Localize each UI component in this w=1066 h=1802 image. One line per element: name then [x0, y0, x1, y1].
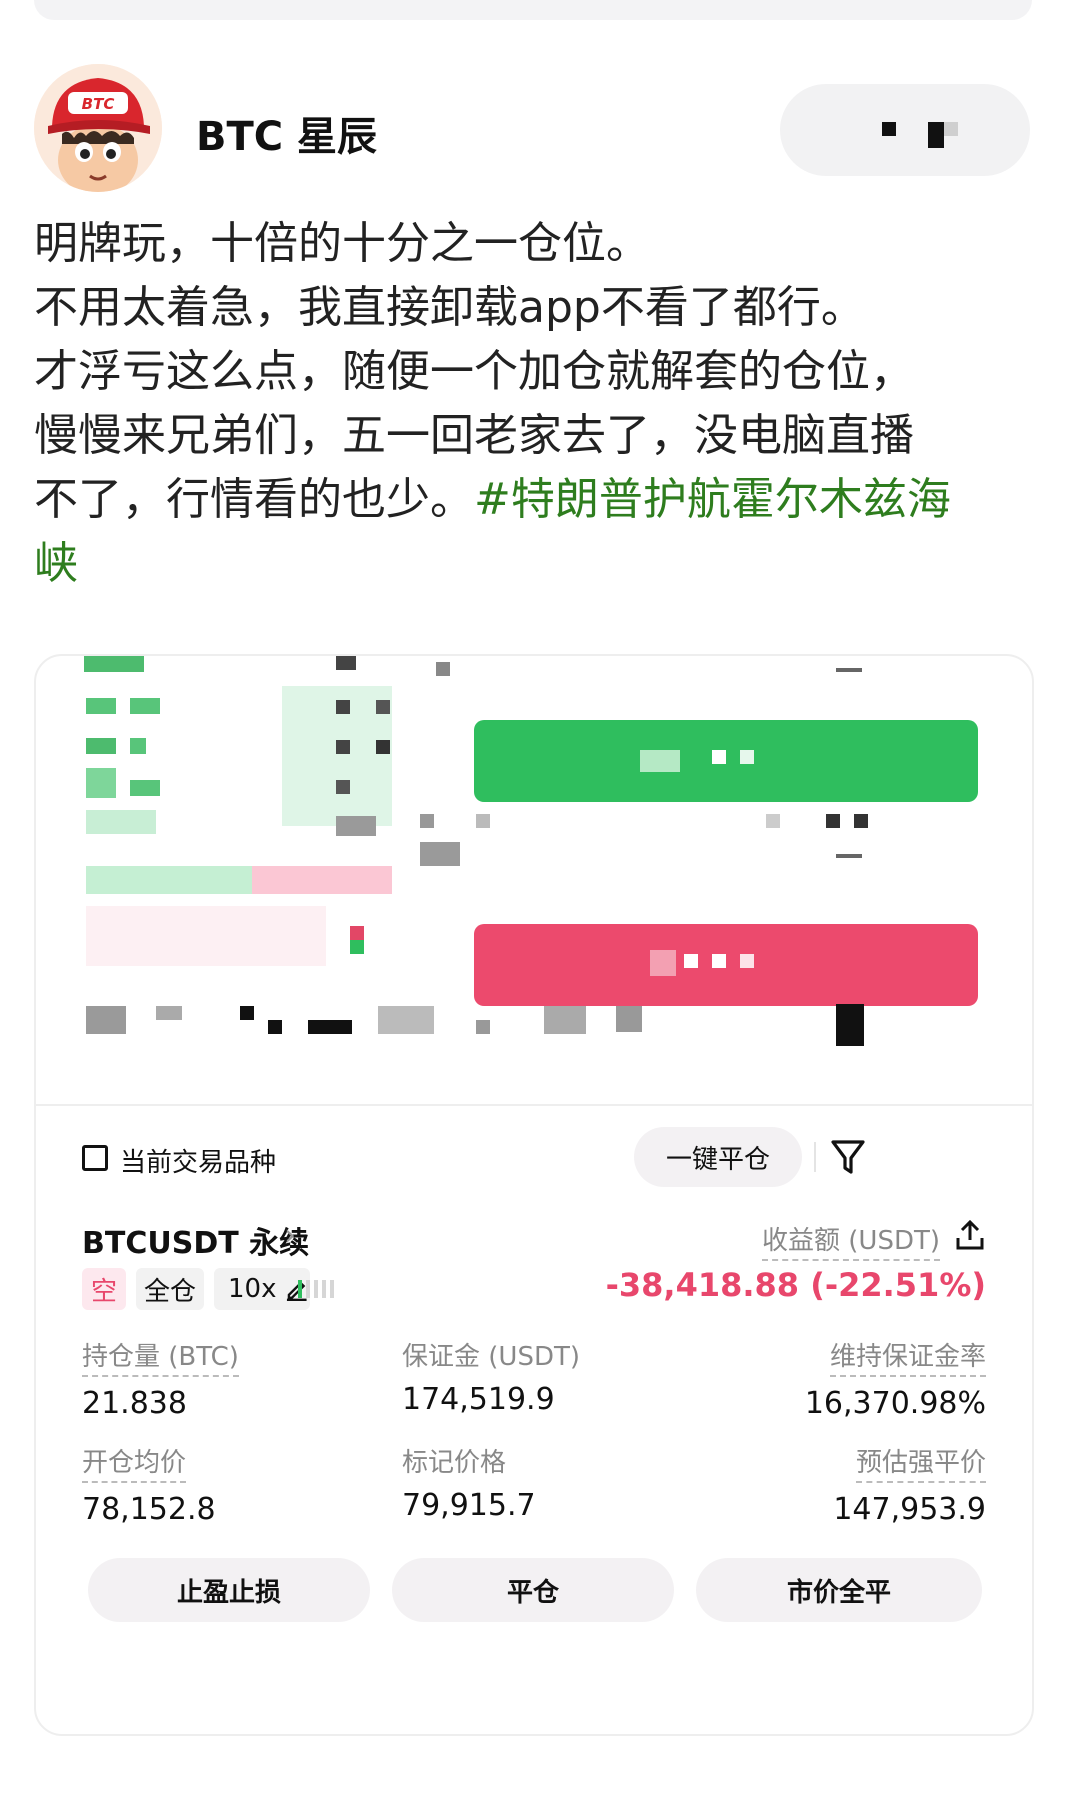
- chevron-right-icon[interactable]: ›: [284, 1218, 296, 1253]
- position-size-value: 21.838: [82, 1386, 187, 1421]
- trade-screenshot-card: 当前交易品种 一键平仓 BTCUSDT 永续 › 空 全仓 10x 收益额 (U…: [34, 654, 1034, 1736]
- maint-margin-ratio-value: 16,370.98%: [804, 1386, 986, 1421]
- pixelated-order-book: [36, 656, 1032, 1106]
- liquidation-price-label: 预估强平价: [855, 1442, 986, 1483]
- author-avatar[interactable]: BTC: [34, 64, 162, 192]
- position-size-label: 持仓量 (BTC): [82, 1336, 239, 1377]
- maint-margin-ratio-label: 维持保证金率: [829, 1336, 986, 1377]
- leverage-risk-bars: [298, 1280, 338, 1302]
- position-control-row: 当前交易品种 一键平仓: [36, 1118, 1032, 1198]
- position-symbol[interactable]: BTCUSDT 永续: [82, 1218, 309, 1262]
- svg-text:BTC: BTC: [82, 95, 115, 113]
- leverage-value: 10x: [228, 1274, 277, 1304]
- open-long-button[interactable]: [474, 720, 978, 802]
- market-close-all-button[interactable]: 市价全平: [696, 1558, 982, 1622]
- mark-price-value: 79,915.7: [402, 1488, 536, 1523]
- cartoon-avatar-icon: BTC: [34, 64, 162, 192]
- mark-price-label: 标记价格: [402, 1448, 507, 1478]
- pnl-value: -38,418.88 (-22.51%): [605, 1266, 986, 1304]
- post-line: 明牌玩，十倍的十分之一仓位。: [34, 218, 650, 269]
- margin-label: 保证金 (USDT): [402, 1342, 580, 1372]
- post-line: 不用太着急，我直接卸载app不看了都行。: [34, 282, 865, 333]
- hashtag-link-continued[interactable]: 峡: [34, 538, 78, 589]
- post-body: 明牌玩，十倍的十分之一仓位。 不用太着急，我直接卸载app不看了都行。 才浮亏这…: [34, 212, 1034, 596]
- entry-price-value: 78,152.8: [82, 1492, 216, 1527]
- post-line: 慢慢来兄弟们，五一回老家去了，没电脑直播: [34, 410, 914, 461]
- entry-price-label: 开仓均价: [82, 1442, 187, 1483]
- divider: [814, 1142, 816, 1172]
- margin-mode-tag[interactable]: 全仓: [136, 1268, 204, 1310]
- pnl-label: 收益额 (USDT): [762, 1220, 940, 1261]
- post-line: 才浮亏这么点，随便一个加仓就解套的仓位，: [34, 346, 914, 397]
- liquidation-price-value: 147,953.9: [833, 1492, 986, 1527]
- current-symbol-checkbox[interactable]: [82, 1145, 108, 1171]
- margin-value: 174,519.9: [402, 1382, 555, 1417]
- current-symbol-label: 当前交易品种: [120, 1148, 277, 1178]
- hashtag-link[interactable]: #特朗普护航霍尔木兹海: [474, 474, 951, 525]
- filter-icon[interactable]: [830, 1138, 866, 1176]
- side-tag-short: 空: [82, 1268, 126, 1310]
- post-line: 不了，行情看的也少。: [34, 474, 474, 525]
- open-short-button[interactable]: [474, 924, 978, 1006]
- follow-button[interactable]: [780, 84, 1030, 176]
- leverage-tag[interactable]: 10x: [214, 1268, 310, 1310]
- author-name[interactable]: BTC 星辰: [196, 104, 377, 162]
- tp-sl-button[interactable]: 止盈止损: [88, 1558, 370, 1622]
- share-icon[interactable]: [954, 1218, 986, 1252]
- close-position-button[interactable]: 平仓: [392, 1558, 674, 1622]
- previous-card-edge: [34, 0, 1032, 20]
- close-all-button[interactable]: 一键平仓: [634, 1127, 802, 1187]
